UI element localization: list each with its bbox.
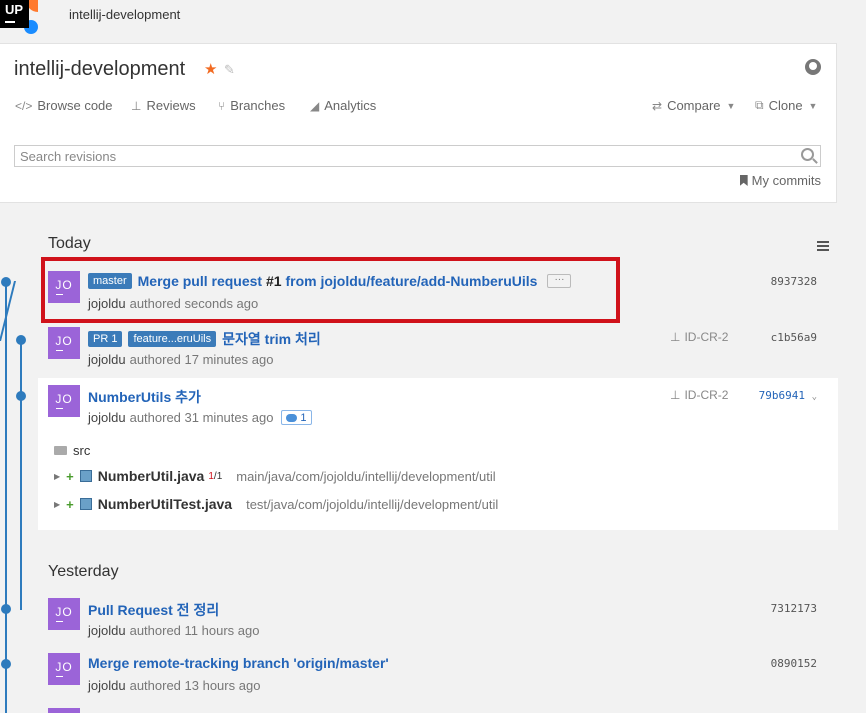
commit-meta: jojoldu authored 31 minutes ago 1 [88,410,312,425]
author[interactable]: jojoldu [88,678,126,693]
commit-row[interactable]: JO PR 1 feature...eruUils 문자열 trim 처리 jo… [48,327,828,375]
commit-hash[interactable]: c1b56a9 [771,331,817,344]
highlight-box [41,257,620,323]
commit-message[interactable]: Merge remote-tracking branch 'origin/mas… [88,655,389,671]
code-icon: </> [15,98,33,113]
commit-meta: jojoldu authored 13 hours ago [88,678,261,693]
top-bar: UP intellij-development [0,0,866,34]
section-today: Today [48,235,91,252]
author[interactable]: jojoldu [88,352,126,367]
page-title: intellij-development [14,58,186,80]
author[interactable]: jojoldu [88,410,126,425]
expand-arrow-icon[interactable]: ▶ [54,472,60,481]
file-row[interactable]: ▶ + NumberUtilTest.java test/java/com/jo… [54,496,498,512]
upsource-logo[interactable]: UP [0,0,38,34]
file-path: main/java/com/jojoldu/intellij/developme… [236,468,496,484]
reviewer-icon: ⊥ [670,330,681,344]
commit-meta: jojoldu authored 17 minutes ago [88,352,274,367]
expand-arrow-icon[interactable]: ▶ [54,500,60,509]
added-icon: + [66,496,74,512]
compare-dropdown[interactable]: ⇄ Compare ▼ [652,98,735,113]
avatar: JO [48,385,80,417]
commit-hash[interactable]: 7312173 [771,602,817,615]
chevron-down-icon: ▼ [808,100,818,111]
star-icon[interactable]: ★ [204,60,217,78]
search-revisions [14,145,821,167]
reviewer-icon: ⊥ [670,388,681,402]
menu-icon[interactable] [817,241,829,253]
file-name[interactable]: NumberUtil.java [98,468,205,484]
folder-icon [54,446,67,455]
avatar: JO [48,653,80,685]
my-commits-link[interactable]: My commits [739,173,821,188]
section-yesterday: Yesterday [48,563,119,580]
commit-message[interactable]: Pull Request 전 정리 [88,600,219,620]
compare-icon: ⇄ [652,98,663,113]
project-header: intellij-development ★ ✎ </> Browse code… [0,43,837,203]
file-row[interactable]: ▶ + NumberUtil.java 1/1 main/java/com/jo… [54,468,496,484]
added-icon: + [66,468,74,484]
java-file-icon [79,470,92,482]
commit-message[interactable]: NumberUtils 추가 [88,387,201,407]
commit-hash[interactable]: 0890152 [771,657,817,670]
review-link[interactable]: ⊥ ID-CR-2 [670,388,728,402]
file-name[interactable]: NumberUtilTest.java [98,496,232,512]
commit-row[interactable]: JO Merge remote-tracking branch 'origin/… [48,653,828,701]
nav-reviews[interactable]: ⊥ Reviews [131,98,196,113]
commit-meta: jojoldu authored 11 hours ago [88,623,260,638]
avatar [48,708,80,713]
branch-tag[interactable]: feature...eruUils [128,331,217,347]
file-path: test/java/com/jojoldu/intellij/developme… [246,496,499,512]
avatar: JO [48,327,80,359]
timeline-node [16,335,26,345]
chevron-down-icon: ⌄ [811,392,817,402]
pencil-icon[interactable]: ✎ [224,62,235,78]
timeline-node [16,391,26,401]
nav-branches[interactable]: ⑂ Branches [218,98,285,113]
reviewer-icon: ⊥ [131,98,142,113]
timeline-node [1,277,11,287]
folder-src[interactable]: src [54,443,90,458]
review-link[interactable]: ⊥ ID-CR-2 [670,330,728,344]
commit-hash[interactable]: 79b6941 ⌄ [759,389,817,402]
timeline-branch-line [20,340,22,610]
revision-count: 1/1 [208,470,223,482]
github-icon[interactable] [805,59,821,75]
pr-tag[interactable]: PR 1 [88,331,123,347]
timeline-node [1,659,11,669]
comment-icon [286,413,298,422]
clone-dropdown[interactable]: ⧉ Clone ▼ [755,98,817,113]
java-file-icon [79,498,92,510]
commit-message[interactable]: PR 1 feature...eruUils 문자열 trim 처리 [88,329,321,349]
avatar: JO [48,598,80,630]
timeline-line [5,281,7,713]
search-icon[interactable] [801,148,814,161]
search-input[interactable] [15,146,785,166]
timeline-node [1,604,11,614]
clone-icon: ⧉ [755,98,764,112]
branch-icon: ⑂ [218,98,226,113]
breadcrumb-project[interactable]: intellij-development [69,7,180,22]
commit-row[interactable]: JO Pull Request 전 정리 jojoldu authored 11… [48,598,828,646]
chevron-down-icon: ▼ [726,100,736,111]
nav-analytics[interactable]: ◢ Analytics [310,98,376,113]
author[interactable]: jojoldu [88,623,126,638]
bookmark-icon [739,175,748,186]
comments-badge[interactable]: 1 [281,410,312,425]
timeline-branch-connector [0,281,17,341]
chart-icon: ◢ [310,98,320,113]
commit-row[interactable]: JO NumberUtils 추가 jojoldu authored 31 mi… [48,385,828,433]
nav-browse-code[interactable]: </> Browse code [15,98,113,113]
commit-hash[interactable]: 8937328 [771,275,817,288]
